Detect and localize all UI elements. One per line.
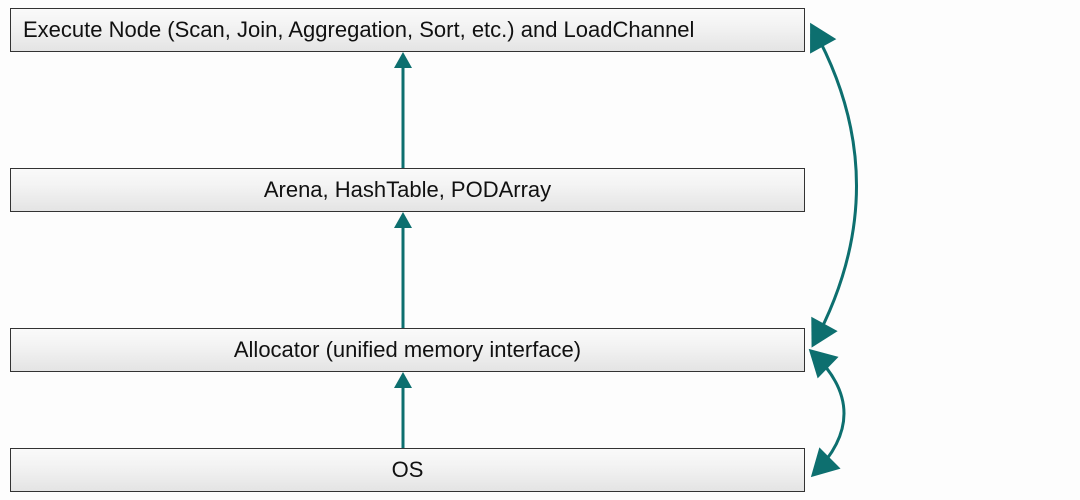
curved-arrow-small-icon — [805, 335, 925, 495]
layer-arena-hashtable: Arena, HashTable, PODArray — [10, 168, 805, 212]
layer-label: Allocator (unified memory interface) — [234, 337, 581, 363]
layer-label: OS — [392, 457, 424, 483]
layer-allocator: Allocator (unified memory interface) — [10, 328, 805, 372]
layer-label: Execute Node (Scan, Join, Aggregation, S… — [23, 17, 694, 43]
curved-arrow-large-icon — [805, 10, 925, 370]
layer-execute-node: Execute Node (Scan, Join, Aggregation, S… — [10, 8, 805, 52]
layer-os: OS — [10, 448, 805, 492]
layer-label: Arena, HashTable, PODArray — [264, 177, 551, 203]
